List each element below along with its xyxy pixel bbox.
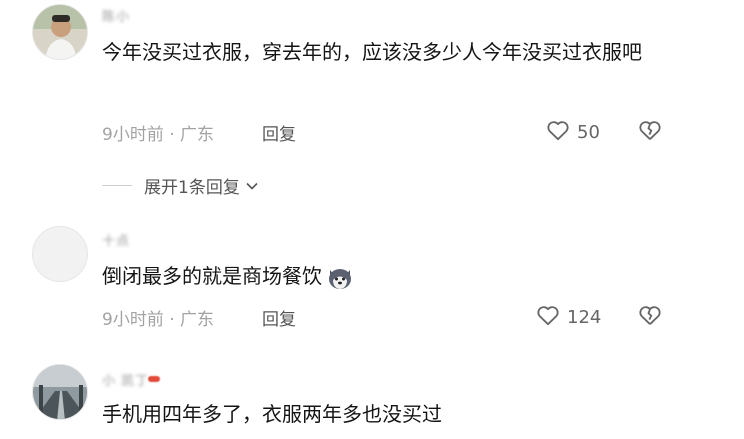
avatar[interactable] (32, 364, 88, 420)
like-count: 124 (567, 307, 602, 328)
dislike-button[interactable] (637, 117, 663, 143)
avatar[interactable] (32, 226, 88, 282)
comment-text: 倒闭最多的就是商场餐饮 (102, 258, 684, 294)
heart-outline-icon (535, 302, 561, 333)
username[interactable]: 小 凯丁 (102, 370, 149, 389)
username[interactable]: 陈小 (102, 6, 130, 25)
expand-replies-button[interactable]: 展开1条回复 (102, 173, 260, 198)
comment-meta: 9小时前 · 广东 (102, 310, 215, 330)
reply-button[interactable]: 回复 (262, 305, 296, 330)
divider-line (102, 185, 132, 186)
like-button[interactable]: 50 (545, 117, 600, 148)
broken-heart-icon (637, 306, 663, 332)
husky-dog-emoji (326, 264, 354, 292)
avatar[interactable] (32, 4, 88, 60)
reply-button[interactable]: 回复 (262, 120, 296, 145)
comment-text: 今年没买过衣服，穿去年的，应该没多少人今年没买过衣服吧 (102, 40, 642, 64)
user-badge (148, 376, 160, 382)
like-count: 50 (577, 122, 600, 143)
dislike-button[interactable] (637, 302, 663, 328)
broken-heart-icon (637, 121, 663, 147)
username[interactable]: 十点 (102, 230, 130, 249)
like-button[interactable]: 124 (535, 302, 601, 333)
heart-outline-icon (545, 117, 571, 148)
comment-text-content: 倒闭最多的就是商场餐饮 (102, 264, 322, 288)
chevron-down-icon (244, 178, 260, 194)
expand-replies-label: 展开1条回复 (144, 178, 240, 198)
comment-text: 手机用四年多了，衣服两年多也没买过 (102, 402, 442, 426)
comment-meta: 9小时前 · 广东 (102, 125, 215, 145)
